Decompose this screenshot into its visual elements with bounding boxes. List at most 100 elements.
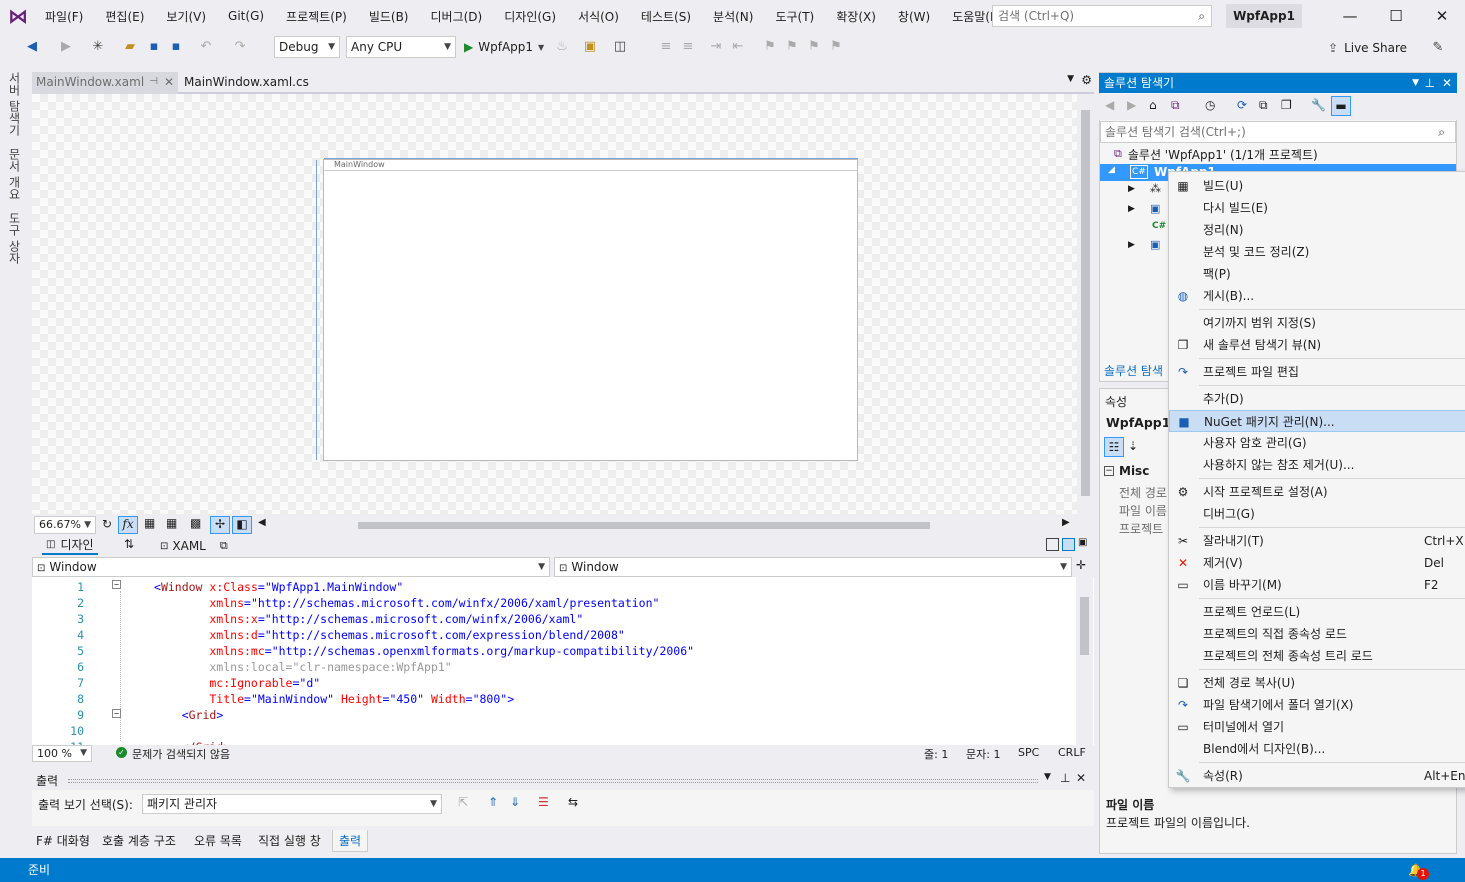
property-name[interactable]: 프로젝트 xyxy=(1119,520,1163,537)
horizontal-scrollbar[interactable] xyxy=(358,522,930,529)
context-menu-item[interactable]: 분석 및 코드 정리(Z) xyxy=(1169,241,1465,263)
next-message-icon[interactable]: ⇓ xyxy=(510,795,520,809)
clear-all-icon[interactable]: ☰ xyxy=(538,795,549,809)
grid-icon[interactable]: ▦ xyxy=(144,516,155,530)
context-menu-item[interactable]: ◍ 게시(B)... xyxy=(1169,285,1465,307)
editor-vertical-scrollbar[interactable] xyxy=(1076,577,1093,745)
design-view-tab[interactable]: ◫ 디자인 xyxy=(42,535,98,555)
context-menu-item[interactable]: ❏ 전체 경로 복사(U) xyxy=(1169,672,1465,694)
context-menu-item[interactable]: ✕ 제거(V) Del xyxy=(1169,552,1465,574)
xaml-view-tab[interactable]: ⊡ XAML ⧉ xyxy=(160,537,228,555)
back-icon[interactable]: ◀ xyxy=(1105,98,1114,112)
save-icon[interactable]: ▪ xyxy=(144,36,164,56)
snap-grid-icon[interactable]: ▦ xyxy=(166,516,177,530)
designer-vertical-scrollbar[interactable] xyxy=(1077,94,1094,514)
configuration-combo[interactable]: Debug ▼ xyxy=(274,36,340,58)
menu-item[interactable]: 창(W) xyxy=(887,8,941,25)
tab-immediate-window[interactable]: 직접 실행 창 xyxy=(258,830,321,852)
solution-root-node[interactable]: ⧉ 솔루션 'WpfApp1' (1/1개 프로젝트) xyxy=(1114,145,1318,163)
maximize-button[interactable]: ☐ xyxy=(1378,4,1414,28)
feedback-icon[interactable]: ✎ xyxy=(1428,37,1448,57)
platform-combo[interactable]: Any CPU ▼ xyxy=(346,36,456,58)
context-menu-item[interactable]: 사용자 암호 관리(G) xyxy=(1169,432,1465,454)
quick-search-input[interactable]: 검색 (Ctrl+Q) ⌕ xyxy=(992,5,1212,27)
back-icon[interactable]: ◀ xyxy=(22,36,42,56)
tab-mainwindow-xaml[interactable]: MainWindow.xaml ⊣ ✕ xyxy=(32,72,178,94)
menu-item[interactable]: 디자인(G) xyxy=(493,8,567,25)
spacing-indicator[interactable]: SPC xyxy=(1018,746,1039,759)
forward-icon[interactable]: ▶ xyxy=(1127,98,1136,112)
sync-icon[interactable]: ⟳ xyxy=(1237,98,1247,112)
context-menu-item[interactable]: ↷ 프로젝트 파일 편집 xyxy=(1169,361,1465,383)
pin-icon[interactable]: ⊣ xyxy=(149,72,158,92)
context-menu-item[interactable]: ▦ 빌드(U) xyxy=(1169,175,1465,197)
start-debug-button[interactable]: ▶ WpfApp1 ▼ xyxy=(464,36,544,58)
split-editor-icon[interactable]: ✛ xyxy=(1076,558,1086,572)
context-menu-item[interactable]: 프로젝트의 직접 종속성 로드 xyxy=(1169,623,1465,645)
gear-icon[interactable]: ⚙ xyxy=(1081,73,1092,87)
expand-arrow-icon[interactable]: ▶ xyxy=(1128,240,1135,250)
preview-selected-icon[interactable]: ▬ xyxy=(1331,96,1351,116)
artboard-icon[interactable]: ▩ xyxy=(190,516,201,530)
property-name[interactable]: 전체 경로 xyxy=(1119,484,1167,501)
next-bookmark-icon[interactable]: ⚑ xyxy=(804,36,824,56)
new-project-icon[interactable]: ✳ xyxy=(88,36,108,56)
type-nav-combo[interactable]: ⊡ Window ▼ xyxy=(32,557,550,577)
menu-item[interactable]: 확장(X) xyxy=(825,8,887,25)
swap-panes-button[interactable]: ⇅ xyxy=(124,537,134,551)
xaml-code-editor[interactable]: 1 <Window x:Class="WpfApp1.MainWindow" 2 x… xyxy=(32,577,1094,754)
menu-item[interactable]: 빌드(B) xyxy=(358,8,420,25)
member-nav-combo[interactable]: ⊡ Window ▼ xyxy=(554,557,1072,577)
context-menu-item[interactable]: Blend에서 디자인(B)... xyxy=(1169,738,1465,760)
tab-output[interactable]: 출력 xyxy=(332,830,369,852)
context-menu-item[interactable]: 정리(N) xyxy=(1169,219,1465,241)
context-menu-item[interactable]: 팩(P) xyxy=(1169,263,1465,285)
menu-item[interactable]: 편집(E) xyxy=(94,8,155,25)
editor-zoom-combo[interactable]: 100 % ▼ xyxy=(32,745,92,762)
indent-icon[interactable]: ⇥ xyxy=(706,36,726,56)
server-explorer-tab[interactable]: 서버 탐색기 xyxy=(6,72,23,136)
scroll-thumb[interactable] xyxy=(1080,597,1089,655)
pin-icon[interactable]: ⊥ xyxy=(1060,771,1070,785)
align-left-icon[interactable]: ≡ xyxy=(656,36,676,56)
expand-arrow-icon[interactable]: ▶ xyxy=(1128,184,1135,194)
refresh-icon[interactable]: ↻ xyxy=(102,517,112,531)
browse-icon[interactable]: ▣ xyxy=(580,36,600,56)
close-window-button[interactable]: ✕ xyxy=(1424,4,1460,28)
tab-fsharp-interactive[interactable]: F# 대화형 xyxy=(36,830,90,852)
output-source-combo[interactable]: 패키지 관리자 ▼ xyxy=(142,794,442,814)
categorized-icon[interactable]: ☷ xyxy=(1104,437,1124,457)
tab-call-hierarchy[interactable]: 호출 계층 구조 xyxy=(102,830,176,852)
home-icon[interactable]: ⌂ xyxy=(1149,98,1157,112)
context-menu-item[interactable]: ▭ 이름 바꾸기(M) F2 xyxy=(1169,574,1465,596)
context-menu-item[interactable]: ↷ 파일 탐색기에서 폴더 열기(X) xyxy=(1169,694,1465,716)
prev-bookmark-icon[interactable]: ⚑ xyxy=(782,36,802,56)
menu-item[interactable]: 보기(V) xyxy=(155,8,217,25)
menu-item[interactable]: 분석(N) xyxy=(702,8,764,25)
toolbox-tab[interactable]: 도구 상자 xyxy=(6,212,23,264)
window-preview[interactable]: MainWindow xyxy=(323,159,858,461)
context-menu-item[interactable]: ✂ 잘라내기(T) Ctrl+X xyxy=(1169,530,1465,552)
sort-alpha-icon[interactable]: ⇣ xyxy=(1128,439,1138,453)
switch-views-icon[interactable]: ⧉ xyxy=(1171,98,1180,113)
tab-error-list[interactable]: 오류 목록 xyxy=(194,830,242,852)
vertical-split-icon[interactable] xyxy=(1046,538,1059,551)
align-right-icon[interactable]: ≡ xyxy=(678,36,698,56)
collapse-icon[interactable]: − xyxy=(112,709,121,718)
context-menu-item[interactable]: ■ NuGet 패키지 관리(N)... xyxy=(1169,410,1465,432)
menu-item[interactable]: 테스트(S) xyxy=(630,8,702,25)
preview-icon[interactable]: ◫ xyxy=(610,36,630,56)
project-code-icon[interactable]: ◧ xyxy=(232,516,252,534)
chevron-down-icon[interactable]: ▼ xyxy=(1412,73,1419,93)
expand-arrow-icon[interactable]: ▶ xyxy=(1128,204,1135,214)
menu-item[interactable]: 도구(T) xyxy=(764,8,825,25)
menu-item[interactable]: 디버그(D) xyxy=(420,8,494,25)
zoom-combo[interactable]: 66.67% ▼ xyxy=(34,516,96,534)
redo-icon[interactable]: ↷ xyxy=(230,36,250,56)
show-all-files-icon[interactable]: ❐ xyxy=(1281,98,1292,112)
snap-lines-icon[interactable]: ✢ xyxy=(210,516,230,534)
context-menu-item[interactable]: 디버그(G) xyxy=(1169,503,1465,525)
tab-mainwindow-xaml-cs[interactable]: MainWindow.xaml.cs xyxy=(180,72,310,94)
close-icon[interactable]: ✕ xyxy=(1076,771,1086,785)
menu-item[interactable]: Git(G) xyxy=(217,9,275,23)
